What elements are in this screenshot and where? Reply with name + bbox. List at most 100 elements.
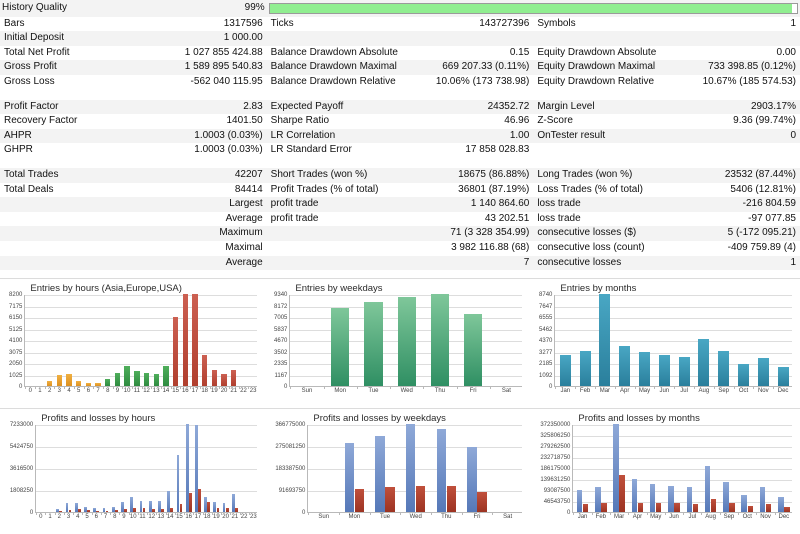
y-axis-tick-label: 5424750 (10, 444, 33, 450)
gridline (25, 330, 257, 331)
chart-bar (331, 308, 349, 386)
chart-bar (580, 351, 591, 386)
x-axis-tick-label: Sun (302, 388, 313, 394)
chart-bar (668, 486, 673, 512)
x-axis-tick-label: Oct (739, 388, 748, 394)
chart-bar (729, 503, 734, 512)
x-axis-tick-label: Apr (620, 388, 629, 394)
chart-bar (207, 502, 210, 512)
stat-value: -409 759.89 (4) (684, 241, 800, 256)
chart-bar (599, 294, 610, 386)
gridline (555, 295, 792, 296)
stat-label (267, 256, 418, 271)
x-axis-tick-label: 20 (221, 388, 228, 394)
x-axis-tick-mark (400, 512, 401, 515)
stat-value: 46.96 (418, 114, 534, 129)
stat-value: 733 398.85 (0.12%) (684, 60, 800, 75)
stat-label: Balance Drawdown Absolute (267, 46, 418, 61)
y-axis-tick-label: 9340 (274, 292, 287, 298)
progress-track (269, 3, 798, 14)
stat-label: Balance Drawdown Maximal (267, 60, 418, 75)
history-quality-row: History Quality99% (0, 0, 800, 17)
table-row: Maximum71 (3 328 354.99)consecutive loss… (0, 226, 800, 241)
y-axis-tick-label: 1092 (539, 373, 552, 379)
gridline (555, 341, 792, 342)
gridline (36, 491, 257, 492)
chart-title: Entries by hours (Asia,Europe,USA) (30, 283, 182, 294)
chart-bar (447, 486, 456, 512)
x-axis-tick-label: Jul (688, 514, 696, 520)
chart-bar (134, 371, 139, 386)
gridline (290, 295, 522, 296)
x-axis-tick-label: 10 (124, 388, 131, 394)
chart-bar (59, 511, 62, 512)
y-axis-tick-label: 3616500 (10, 466, 33, 472)
x-axis-tick-mark (54, 386, 55, 389)
x-axis-tick-label: 4 (67, 388, 70, 394)
x-axis-tick-label: Jan (560, 388, 570, 394)
y-axis-tick-label: 5125 (9, 327, 22, 333)
chart-bar (778, 367, 789, 386)
x-axis-tick-label: 6 (87, 388, 90, 394)
stat-label: Ticks (267, 17, 418, 32)
stat-value: Largest (151, 197, 267, 212)
x-axis-tick-label: 16 (182, 388, 189, 394)
stat-label: Margin Level (533, 100, 684, 115)
stat-label: Z-Score (533, 114, 684, 129)
x-axis-tick-label: Nov (760, 514, 771, 520)
x-axis-tick-label: Jun (669, 514, 679, 520)
y-axis-tick-label: 1025 (9, 373, 22, 379)
x-axis-tick-mark (82, 512, 83, 515)
y-axis-tick-label: 1167 (274, 373, 287, 379)
stat-value: 669 207.33 (0.11%) (418, 60, 534, 75)
stat-label: Equity Drawdown Relative (533, 75, 684, 90)
chart-bar (583, 504, 588, 512)
gridline (573, 480, 792, 481)
chart-bar (718, 351, 729, 386)
chart-bar (693, 504, 698, 512)
chart-bar (398, 297, 416, 386)
chart-bar (189, 493, 192, 512)
y-axis-tick-label: 0 (567, 510, 570, 516)
chart-bar (78, 509, 81, 512)
stat-value: 18675 (86.88%) (418, 168, 534, 183)
chart-bar (143, 508, 146, 512)
stat-label: Recovery Factor (0, 114, 151, 129)
gridline (25, 353, 257, 354)
y-axis-tick-label: 0 (302, 510, 305, 516)
progress-fill (270, 4, 792, 13)
chart-profits-and-losses-by-hours: Profits and losses by hours0180825036165… (0, 408, 265, 534)
stat-value (684, 143, 800, 158)
stat-value (418, 31, 534, 46)
x-axis-tick-label: 13 (153, 388, 160, 394)
x-axis-tick-mark (370, 512, 371, 515)
x-axis-tick-mark (492, 512, 493, 515)
y-axis-tick-label: 1808250 (10, 488, 33, 494)
x-axis-tick-mark (701, 512, 702, 515)
stat-label (0, 197, 151, 212)
chart-bar (231, 370, 236, 386)
chart-bar (416, 486, 425, 512)
chart-bar (226, 508, 229, 512)
x-axis-tick-label: 18 (204, 514, 211, 520)
chart-bar (345, 443, 354, 512)
stat-label: Long Trades (won %) (533, 168, 684, 183)
x-axis-tick-mark (628, 512, 629, 515)
stat-value: 143727396 (418, 17, 534, 32)
stat-value: 43 202.51 (418, 212, 534, 227)
stat-value: 5 (-172 095.21) (684, 226, 800, 241)
chart-bar (784, 507, 789, 512)
stat-label (533, 31, 684, 46)
chart-bar (601, 503, 606, 512)
x-axis-tick-mark (119, 512, 120, 515)
stat-value: 1 589 895 540.83 (151, 60, 267, 75)
chart-bar (577, 490, 582, 512)
y-axis-tick-label: 7233000 (10, 422, 33, 428)
y-axis-tick-label: 2185 (539, 361, 552, 367)
y-axis-tick-label: 0 (30, 510, 33, 516)
chart-plot-area: 0102520503075410051256150717582000123456… (24, 295, 257, 387)
x-axis-tick-mark (431, 512, 432, 515)
y-axis-tick-label: 139631250 (540, 477, 570, 483)
y-axis-tick-label: 93087500 (544, 488, 571, 494)
x-axis-tick-label: Dec (778, 514, 789, 520)
